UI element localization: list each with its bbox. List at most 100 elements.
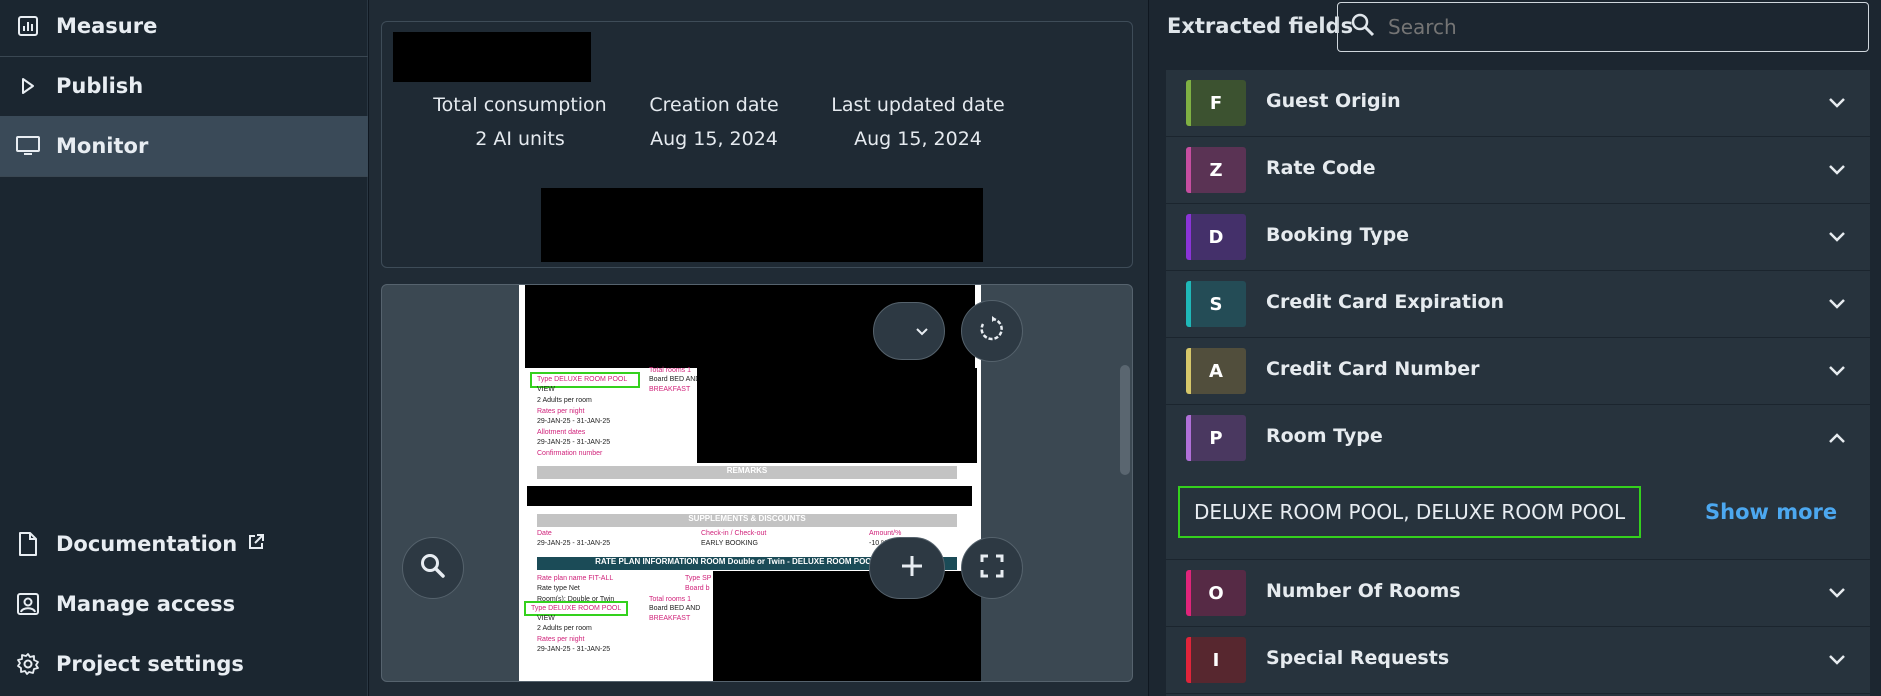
extracted-fields-panel: Extracted fields F Guest Origin Z Rate C…: [1149, 0, 1881, 696]
field-row-number-of-rooms[interactable]: O Number Of Rooms: [1166, 560, 1870, 627]
sidebar-item-publish[interactable]: Publish: [0, 56, 368, 116]
doc-text: Board BED AND: [649, 605, 701, 612]
sidebar-item-label: Project settings: [56, 652, 244, 676]
field-row-special-requests[interactable]: I Special Requests: [1166, 627, 1870, 694]
manage-access-icon: [0, 592, 56, 616]
sidebar-item-project-settings[interactable]: Project settings: [0, 634, 368, 694]
field-row-credit-card-expiration[interactable]: S Credit Card Expiration: [1166, 271, 1870, 338]
doc-text: Rate plan name FIT-ALL: [537, 575, 614, 582]
doc-text: 29-JAN-25 - 31-JAN-25: [537, 418, 611, 425]
creation-date-label: Creation date: [649, 94, 779, 116]
doc-text: 2 Adults per room: [537, 397, 592, 404]
doc-section-bar: REMARKS: [537, 466, 957, 479]
zoom-in-button[interactable]: [869, 537, 945, 599]
field-badge: F: [1186, 80, 1246, 126]
doc-text: EARLY BOOKING: [701, 540, 758, 547]
plus-icon: [899, 553, 925, 583]
doc-text: Allotment dates: [537, 429, 586, 436]
chevron-down-icon: [915, 322, 929, 341]
doc-text: Board BED AND: [649, 376, 701, 383]
field-row-credit-card-number[interactable]: A Credit Card Number: [1166, 338, 1870, 405]
last-updated-value: Aug 15, 2024: [854, 128, 982, 150]
search-icon: [1350, 12, 1376, 42]
doc-text: 29-JAN-25 - 31-JAN-25: [537, 646, 611, 653]
show-more-link[interactable]: Show more: [1705, 500, 1837, 524]
search-icon: [419, 552, 447, 584]
doc-text: VIEW: [537, 386, 555, 393]
search-input[interactable]: [1388, 15, 1828, 39]
field-label: Special Requests: [1266, 647, 1450, 669]
fullscreen-button[interactable]: [961, 537, 1023, 599]
zoom-search-button[interactable]: [402, 537, 464, 599]
field-badge: P: [1186, 415, 1246, 461]
document-icon: [0, 532, 56, 556]
doc-text: Type DELUXE ROOM POOL: [531, 605, 622, 612]
play-icon: [0, 77, 56, 95]
doc-text: Rates per night: [537, 636, 585, 643]
field-badge: D: [1186, 214, 1246, 260]
field-label: Room Type: [1266, 425, 1383, 447]
field-row-rate-code[interactable]: Z Rate Code: [1166, 137, 1870, 204]
field-label: Credit Card Number: [1266, 358, 1480, 380]
field-badge: S: [1186, 281, 1246, 327]
total-consumption: Total consumption 2 AI units: [430, 94, 610, 150]
sidebar-item-label: Manage access: [56, 592, 236, 616]
doc-text: Board b: [685, 585, 710, 592]
field-label: Booking Type: [1266, 224, 1410, 246]
field-badge: A: [1186, 348, 1246, 394]
divider: [0, 176, 368, 177]
chevron-down-icon[interactable]: [1828, 161, 1846, 180]
sidebar-item-manage-access[interactable]: Manage access: [0, 574, 368, 634]
doc-text: Type DELUXE ROOM POOL: [537, 376, 628, 383]
chevron-down-icon[interactable]: [1828, 584, 1846, 603]
chevron-up-icon[interactable]: [1828, 429, 1846, 448]
doc-text: Confirmation number: [537, 450, 603, 457]
redacted-title: [393, 32, 591, 82]
doc-text: Total rooms 1: [649, 596, 692, 603]
field-badge: I: [1186, 637, 1246, 683]
sidebar-item-monitor[interactable]: Monitor: [0, 116, 368, 176]
monitor-icon: [0, 135, 56, 157]
field-label: Credit Card Expiration: [1266, 291, 1505, 313]
panel-title: Extracted fields: [1167, 14, 1354, 38]
doc-section-bar: SUPPLEMENTS & DISCOUNTS: [537, 514, 957, 527]
field-row-guest-origin[interactable]: F Guest Origin: [1166, 70, 1870, 137]
chevron-down-icon[interactable]: [1828, 94, 1846, 113]
page-select-dropdown[interactable]: [873, 302, 945, 360]
chevron-down-icon[interactable]: [1828, 651, 1846, 670]
creation-date: Creation date Aug 15, 2024: [624, 94, 804, 150]
rotate-button[interactable]: [961, 300, 1023, 362]
redacted-block: [527, 486, 972, 506]
chevron-down-icon[interactable]: [1828, 228, 1846, 247]
field-badge: O: [1186, 570, 1246, 616]
sidebar-item-label: Documentation: [56, 532, 238, 556]
external-link-icon: [247, 532, 265, 556]
redacted-block: [713, 571, 981, 681]
last-updated-date: Last updated date Aug 15, 2024: [818, 94, 1018, 150]
room-type-value[interactable]: DELUXE ROOM POOL, DELUXE ROOM POOL: [1178, 486, 1642, 538]
last-updated-label: Last updated date: [831, 94, 1005, 116]
sidebar-item-measure[interactable]: Measure: [0, 0, 368, 56]
doc-text: Check-in / Check-out: [701, 530, 767, 537]
field-row-room-type[interactable]: P Room Type: [1166, 405, 1870, 472]
field-list: F Guest Origin Z Rate Code D Booking Typ…: [1166, 70, 1870, 696]
summary-card: Total consumption 2 AI units Creation da…: [381, 21, 1133, 268]
doc-text: BREAKFAST: [649, 615, 691, 622]
chevron-down-icon[interactable]: [1828, 295, 1846, 314]
redacted-block: [541, 188, 983, 262]
total-consumption-label: Total consumption: [433, 94, 607, 116]
search-box[interactable]: [1337, 2, 1869, 52]
doc-text: Date: [537, 530, 552, 537]
redacted-block: [697, 368, 977, 463]
doc-text: Rate type Net: [537, 585, 580, 592]
field-row-booking-type[interactable]: D Booking Type: [1166, 204, 1870, 271]
doc-text: Type SP: [685, 575, 712, 582]
document-viewer[interactable]: Total rooms 1 Type DELUXE ROOM POOL Boar…: [381, 284, 1133, 682]
room-type-expanded: DELUXE ROOM POOL, DELUXE ROOM POOL Show …: [1166, 472, 1870, 560]
field-badge: Z: [1186, 147, 1246, 193]
chevron-down-icon[interactable]: [1828, 362, 1846, 381]
rotate-icon: [978, 315, 1006, 347]
gear-icon: [0, 652, 56, 676]
viewer-scrollbar[interactable]: [1120, 365, 1130, 475]
sidebar-item-documentation[interactable]: Documentation: [0, 514, 368, 574]
